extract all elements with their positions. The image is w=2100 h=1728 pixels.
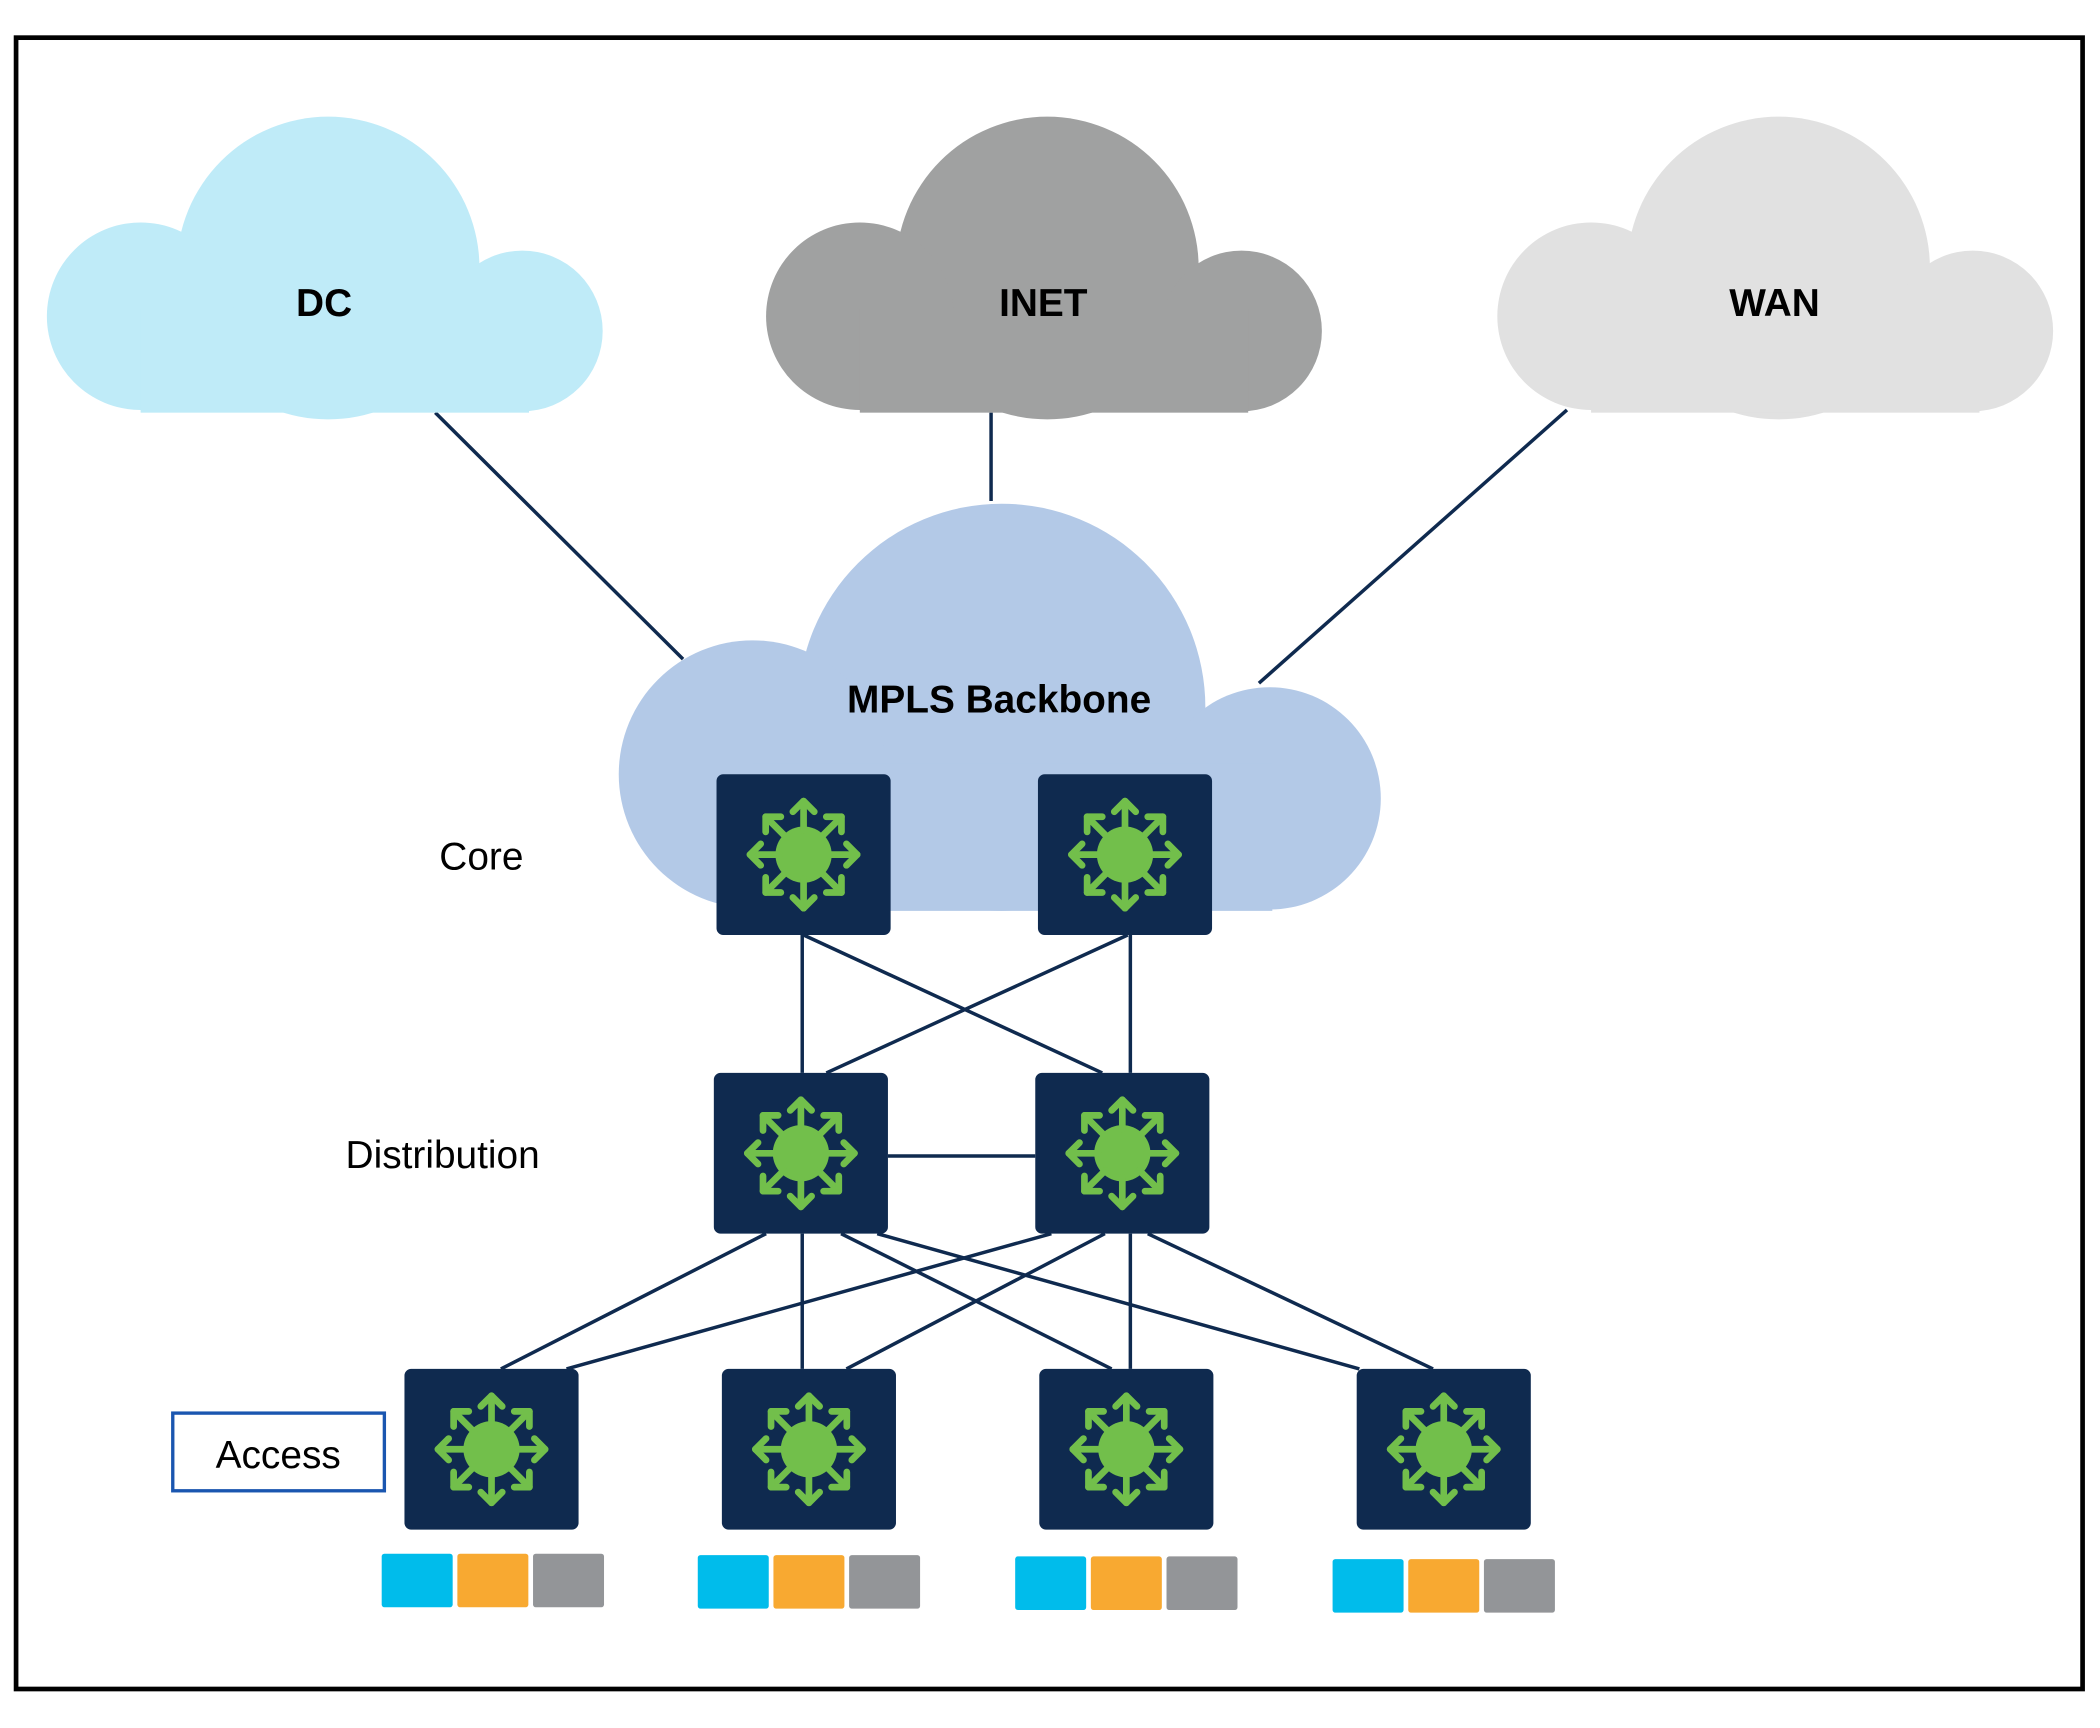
cloud-inet: INET: [766, 116, 1322, 420]
endpoint-group-1-1: [381, 1553, 453, 1608]
endpoint-group-4-2: [1408, 1559, 1480, 1613]
cloud-label-wan: WAN: [1729, 282, 1820, 325]
cloud-label-dc: DC: [296, 282, 352, 325]
endpoint-group-4-3: [1483, 1559, 1555, 1613]
endpoint-group-4-1: [1332, 1559, 1404, 1613]
access-switch-1: [404, 1368, 579, 1530]
cloud-wan: WAN: [1497, 116, 2054, 420]
core-switch-1: [716, 774, 891, 935]
multilayer-switch-icon: [1069, 1100, 1176, 1207]
access-switch-3: [1039, 1368, 1214, 1530]
network-diagram: DC INET WAN MPLS Backbone Core Distribut…: [13, 35, 2085, 1692]
multilayer-switch-icon: [1390, 1396, 1497, 1503]
tier-label-access: Access: [216, 1434, 341, 1477]
cloud-label-inet: INET: [999, 282, 1088, 325]
endpoint-group-2-1: [697, 1555, 769, 1609]
endpoint-group-3-3: [1166, 1556, 1238, 1610]
access-switch-4: [1356, 1368, 1531, 1530]
tier-label-core: Core: [439, 835, 523, 878]
distribution-switch-1: [713, 1072, 888, 1234]
multilayer-switch-icon: [747, 1100, 854, 1207]
endpoint-group-3-1: [1015, 1556, 1087, 1610]
multilayer-switch-icon: [1073, 1396, 1180, 1503]
cloud-label-mpls: MPLS Backbone: [847, 679, 1151, 722]
link-dc-mpls: [434, 411, 685, 661]
core-switch-2: [1037, 774, 1213, 935]
multilayer-switch-icon: [438, 1396, 545, 1503]
link-wan-mpls: [1257, 408, 1569, 685]
endpoint-group-2-2: [773, 1555, 845, 1609]
multilayer-switch-icon: [750, 801, 857, 908]
multilayer-switch-icon: [1071, 801, 1178, 908]
endpoint-group-1-2: [457, 1553, 529, 1608]
link-core2-dist1: [825, 933, 1129, 1075]
endpoint-group-1-3: [533, 1553, 605, 1608]
link-core1-dist2: [802, 933, 1103, 1075]
access-switch-2: [721, 1368, 896, 1530]
endpoint-group-2-3: [849, 1555, 921, 1609]
multilayer-switch-icon: [755, 1396, 862, 1503]
endpoint-group-3-2: [1090, 1556, 1162, 1610]
cloud-dc: DC: [46, 116, 603, 420]
tier-label-distribution: Distribution: [346, 1134, 540, 1177]
distribution-switch-2: [1035, 1072, 1210, 1234]
endpoints: [381, 1553, 1555, 1613]
